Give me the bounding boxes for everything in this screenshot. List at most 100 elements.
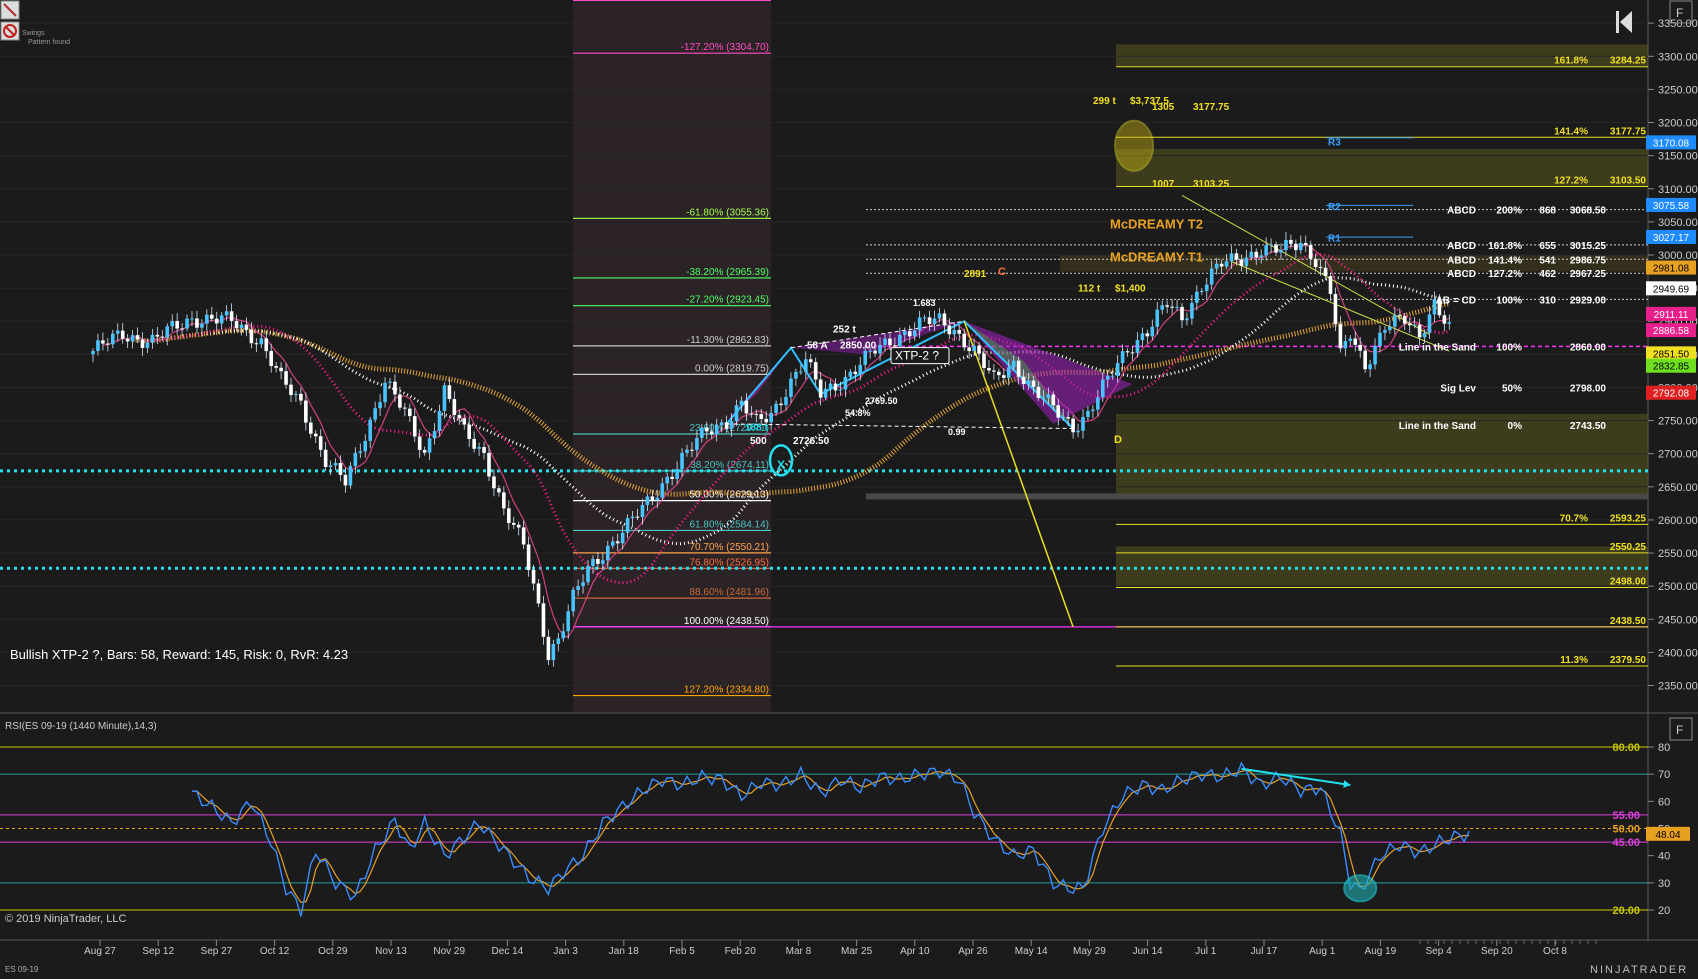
time-tick-label: Nov 29 <box>433 946 465 957</box>
annotation-r1: R1 <box>1328 234 1341 245</box>
candle-body <box>1160 305 1164 310</box>
candle-body <box>101 340 105 344</box>
candle-body <box>313 433 318 437</box>
candle-body <box>883 338 887 345</box>
xtp-label: XTP-2 ? <box>895 349 939 363</box>
abcd-pct: 0% <box>1508 421 1523 432</box>
candle-body <box>937 313 942 319</box>
rsi-level-label: 50.00 <box>1612 824 1640 836</box>
candle-body <box>1209 268 1214 285</box>
right-level-price: 3103.50 <box>1610 175 1647 186</box>
candle-body <box>947 325 952 335</box>
pattern-found-note: Pattern found <box>28 39 70 46</box>
candle-body <box>170 321 174 327</box>
rsi-title: RSI(ES 09-19 (1440 Minute),14,3) <box>5 721 157 732</box>
candle-body <box>1318 266 1323 268</box>
candle-body <box>1076 430 1080 433</box>
candle-body <box>249 329 254 344</box>
candle-body <box>180 328 184 330</box>
candle-body <box>566 611 570 632</box>
candle-body <box>1006 367 1011 378</box>
candle-body <box>1125 351 1130 353</box>
candle-body <box>1333 293 1338 325</box>
candle-body <box>165 326 170 338</box>
annotation-c_label: C <box>998 266 1006 278</box>
annotation-mcdreamy_t1: McDREAMY T1 <box>1110 250 1203 265</box>
candle-body <box>1140 333 1145 341</box>
candle-body <box>1388 326 1392 331</box>
candle-body <box>338 463 343 475</box>
time-tick-label: Apr 10 <box>900 946 930 957</box>
annotation-t188: 188 t <box>745 423 768 434</box>
candle-body <box>452 399 457 415</box>
candle-body <box>907 331 912 337</box>
candle-body <box>229 311 234 321</box>
candle-body <box>328 465 333 468</box>
candle-body <box>145 342 150 348</box>
candle-body <box>571 589 575 612</box>
price-tag-text: 2886.58 <box>1653 326 1690 337</box>
candle-body <box>1383 330 1387 333</box>
candle-body <box>1180 306 1184 321</box>
time-tick-label: Nov 13 <box>375 946 407 957</box>
candle-body <box>244 324 249 330</box>
instrument-label: ES 09-19 <box>5 965 39 974</box>
candle-body <box>789 378 793 397</box>
candle-body <box>769 412 773 423</box>
candle-body <box>106 343 110 345</box>
candle-body <box>596 559 600 564</box>
disable-icon[interactable] <box>0 21 20 41</box>
candle-body <box>576 586 580 590</box>
fib-label: 61.80% (2584.14) <box>689 519 769 530</box>
candle-body <box>675 469 679 479</box>
right-level-price: 2379.50 <box>1610 655 1647 666</box>
candle-body <box>309 422 313 434</box>
candle-body <box>655 497 660 501</box>
candle-body <box>922 317 927 319</box>
abcd-pct: 127.2% <box>1488 269 1522 280</box>
price-tick-label: 3150.00 <box>1658 151 1698 163</box>
candle-body <box>1412 324 1417 326</box>
candle-body <box>482 447 486 453</box>
drawing-tool-icon[interactable] <box>0 0 20 20</box>
rsi-tick-label: 80 <box>1658 742 1670 754</box>
abcd-pct: 200% <box>1496 206 1522 217</box>
candle-body <box>1031 380 1036 387</box>
time-tick-label: Oct 29 <box>318 946 348 957</box>
candle-body <box>779 403 783 406</box>
price-tick-label: 2700.00 <box>1658 449 1698 461</box>
annotation-p099: 0.99 <box>948 427 966 437</box>
candle-body <box>1402 316 1407 324</box>
candle-body <box>1363 350 1367 370</box>
candle-body <box>1130 352 1135 354</box>
time-tick-label: Dec 14 <box>492 946 524 957</box>
candle-body <box>289 384 293 395</box>
candle-body <box>942 313 947 326</box>
candle-body <box>695 437 699 451</box>
candle-body <box>833 383 838 391</box>
price-tag-text: 3075.58 <box>1653 201 1690 212</box>
annotation-n1007: 1007 <box>1152 179 1175 190</box>
candle-body <box>615 541 620 544</box>
candle-body <box>1150 326 1155 337</box>
candle-body <box>1249 251 1254 258</box>
candle-body <box>343 474 348 486</box>
price-tag-text: 3027.17 <box>1653 233 1690 244</box>
candle-body <box>700 427 704 438</box>
price-tick-label: 3300.00 <box>1658 51 1698 63</box>
candle-body <box>610 541 615 546</box>
candle-body <box>497 488 501 493</box>
right-level-price: 3177.75 <box>1610 126 1647 137</box>
candle-body <box>427 438 432 453</box>
annotation-mcdreamy_t2: McDREAMY T2 <box>1110 217 1203 232</box>
candle-body <box>96 340 100 352</box>
candle-body <box>1096 397 1100 410</box>
abcd-label: ABCD <box>1447 269 1476 280</box>
candle-body <box>348 465 353 486</box>
x-point-label: X <box>777 458 785 472</box>
abcd-price: 2798.00 <box>1570 383 1607 394</box>
candle-body <box>1234 253 1239 260</box>
time-tick-label: Sep 20 <box>1481 946 1513 957</box>
candle-body <box>853 371 858 375</box>
rsi-tick-label: 70 <box>1658 769 1670 781</box>
